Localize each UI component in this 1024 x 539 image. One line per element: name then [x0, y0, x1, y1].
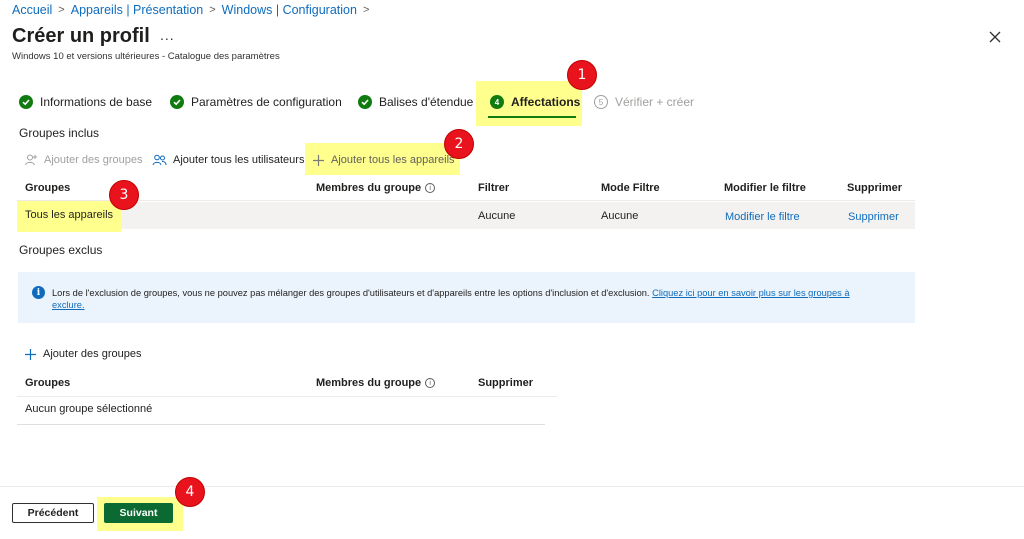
breadcrumb-devices[interactable]: Appareils | Présentation — [71, 3, 204, 17]
column-header-label: Membres du groupe — [316, 377, 422, 389]
tab-label: Balises d'étendue — [379, 95, 474, 109]
excluded-column-header-groups: Groupes — [25, 377, 71, 389]
annotation-badge: 3 — [109, 180, 139, 210]
tab-label: Vérifier + créer — [615, 95, 695, 109]
page-title: Créer un profil — [12, 25, 150, 47]
row-filter-mode: Aucune — [601, 210, 639, 222]
table-divider — [17, 424, 545, 425]
excluded-groups-label: Groupes exclus — [19, 243, 103, 257]
annotation-badge: 4 — [175, 477, 205, 507]
add-groups-label: Ajouter des groupes — [44, 154, 143, 166]
breadcrumb-home[interactable]: Accueil — [12, 3, 52, 17]
plus-icon — [313, 154, 324, 166]
add-all-users-label: Ajouter tous les utilisateurs — [173, 154, 305, 166]
add-all-devices-button[interactable]: Ajouter tous les appareils — [312, 150, 455, 170]
edit-filter-link[interactable]: Modifier le filtre — [725, 211, 800, 223]
column-header-delete: Supprimer — [847, 182, 903, 194]
info-icon: i — [32, 286, 45, 299]
close-icon[interactable] — [986, 28, 1004, 46]
breadcrumb-separator: > — [209, 4, 216, 16]
tab-label: Paramètres de configuration — [191, 95, 342, 109]
breadcrumb-windows[interactable]: Windows | Configuration — [222, 3, 357, 17]
table-divider — [17, 396, 557, 397]
add-all-users-button[interactable]: Ajouter tous les utilisateurs — [152, 150, 304, 170]
column-header-label: Membres du groupe — [316, 182, 422, 194]
tab-assignments[interactable]: 4 Affectations — [490, 90, 580, 114]
info-message-text: Lors de l'exclusion de groupes, vous ne … — [52, 287, 902, 311]
checkmark-circle-icon — [358, 95, 372, 109]
column-header-filter-mode: Mode Filtre — [601, 182, 660, 194]
add-groups-button: Ajouter des groupes — [24, 150, 142, 170]
column-header-filter: Filtrer — [478, 182, 510, 194]
breadcrumb-separator: > — [58, 4, 65, 16]
checkmark-circle-icon — [170, 95, 184, 109]
add-all-devices-label: Ajouter tous les appareils — [331, 154, 455, 166]
included-groups-label: Groupes inclus — [19, 126, 100, 140]
tab-basics[interactable]: Informations de base — [19, 90, 152, 114]
tab-label: Affectations — [511, 95, 581, 109]
excluded-column-header-delete: Supprimer — [478, 377, 534, 389]
empty-state-text: Aucun groupe sélectionné — [25, 403, 153, 415]
delete-link[interactable]: Supprimer — [848, 211, 899, 223]
breadcrumb-separator: > — [362, 4, 370, 16]
learn-more-link[interactable]: exclure. — [52, 300, 85, 310]
info-icon[interactable]: i — [425, 183, 436, 193]
next-button[interactable]: Suivant — [104, 503, 173, 523]
annotation-badge: 1 — [567, 60, 597, 90]
footer-divider — [0, 486, 1024, 487]
row-filter: Aucune — [478, 210, 516, 222]
table-divider — [17, 200, 915, 201]
step-number-icon: 5 — [594, 95, 608, 109]
breadcrumb: Accueil > Appareils | Présentation > Win… — [12, 2, 375, 18]
page-subtitle: Windows 10 et versions ultérieures - Cat… — [12, 51, 280, 62]
column-header-groups: Groupes — [25, 182, 71, 194]
column-header-edit-filter: Modifier le filtre — [724, 182, 806, 194]
add-excluded-groups-label: Ajouter des groupes — [43, 348, 142, 360]
previous-button[interactable]: Précédent — [12, 503, 94, 523]
tab-label: Informations de base — [40, 95, 153, 109]
plus-icon — [25, 348, 36, 360]
add-excluded-groups-button[interactable]: Ajouter des groupes — [24, 344, 141, 364]
info-text: Lors de l'exclusion de groupes, vous ne … — [52, 288, 650, 298]
step-number-icon: 4 — [490, 95, 504, 109]
info-icon[interactable]: i — [425, 378, 436, 388]
excluded-column-header-members: Membres du groupe i — [316, 377, 436, 389]
column-header-members: Membres du groupe i — [316, 182, 436, 194]
people-icon — [152, 154, 167, 166]
active-tab-indicator — [488, 116, 576, 118]
tab-scope-tags[interactable]: Balises d'étendue — [358, 90, 473, 114]
tab-review-create: 5 Vérifier + créer — [594, 90, 694, 114]
person-add-icon — [25, 154, 37, 166]
checkmark-circle-icon — [19, 95, 33, 109]
learn-more-link[interactable]: Cliquez ici pour en savoir plus sur les … — [652, 288, 849, 298]
annotation-badge: 2 — [444, 129, 474, 159]
row-group-name: Tous les appareils — [25, 209, 114, 221]
tab-configuration-settings[interactable]: Paramètres de configuration — [170, 90, 342, 114]
more-options-icon[interactable]: ... — [160, 27, 175, 43]
